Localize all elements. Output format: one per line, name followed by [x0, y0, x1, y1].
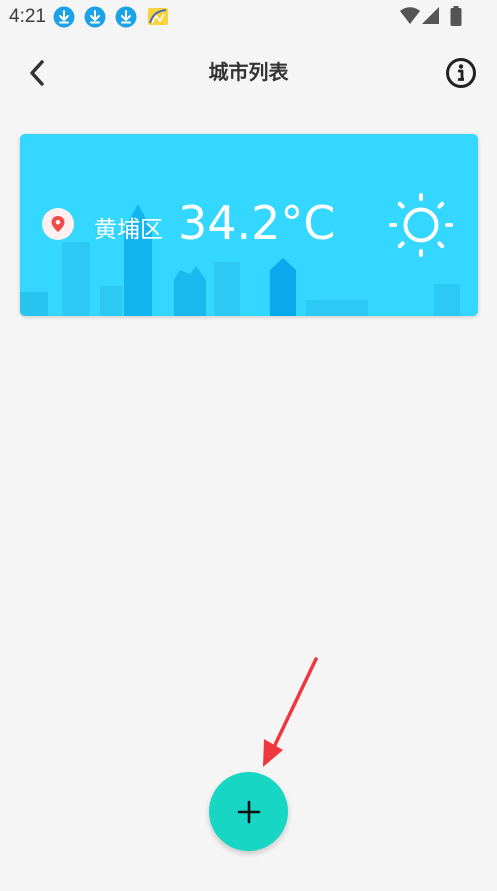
add-city-button[interactable] [209, 772, 288, 851]
sun-icon [389, 193, 453, 257]
header: 城市列表 [0, 40, 497, 104]
back-button[interactable] [20, 56, 54, 90]
city-name: 黄埔区 [94, 217, 163, 243]
info-icon [446, 58, 476, 88]
info-button[interactable] [444, 56, 478, 90]
status-time: 4:21 [9, 6, 46, 27]
city-weather-card[interactable]: 黄埔区 34.2°C [20, 134, 478, 316]
battery-icon [450, 6, 462, 26]
temperature: 34.2°C [178, 196, 336, 250]
download-icon [53, 6, 75, 28]
plus-icon [237, 800, 260, 823]
chevron-left-icon [30, 60, 44, 86]
status-bar: 4:21 [0, 0, 497, 34]
annotation-arrow [263, 657, 318, 767]
signal-icon [422, 7, 439, 24]
page-title: 城市列表 [208, 60, 289, 84]
download-icon [115, 6, 137, 28]
notification-app-icon [148, 8, 168, 25]
location-pin-icon [42, 208, 74, 240]
wifi-icon [400, 7, 420, 24]
download-icon [84, 6, 106, 28]
